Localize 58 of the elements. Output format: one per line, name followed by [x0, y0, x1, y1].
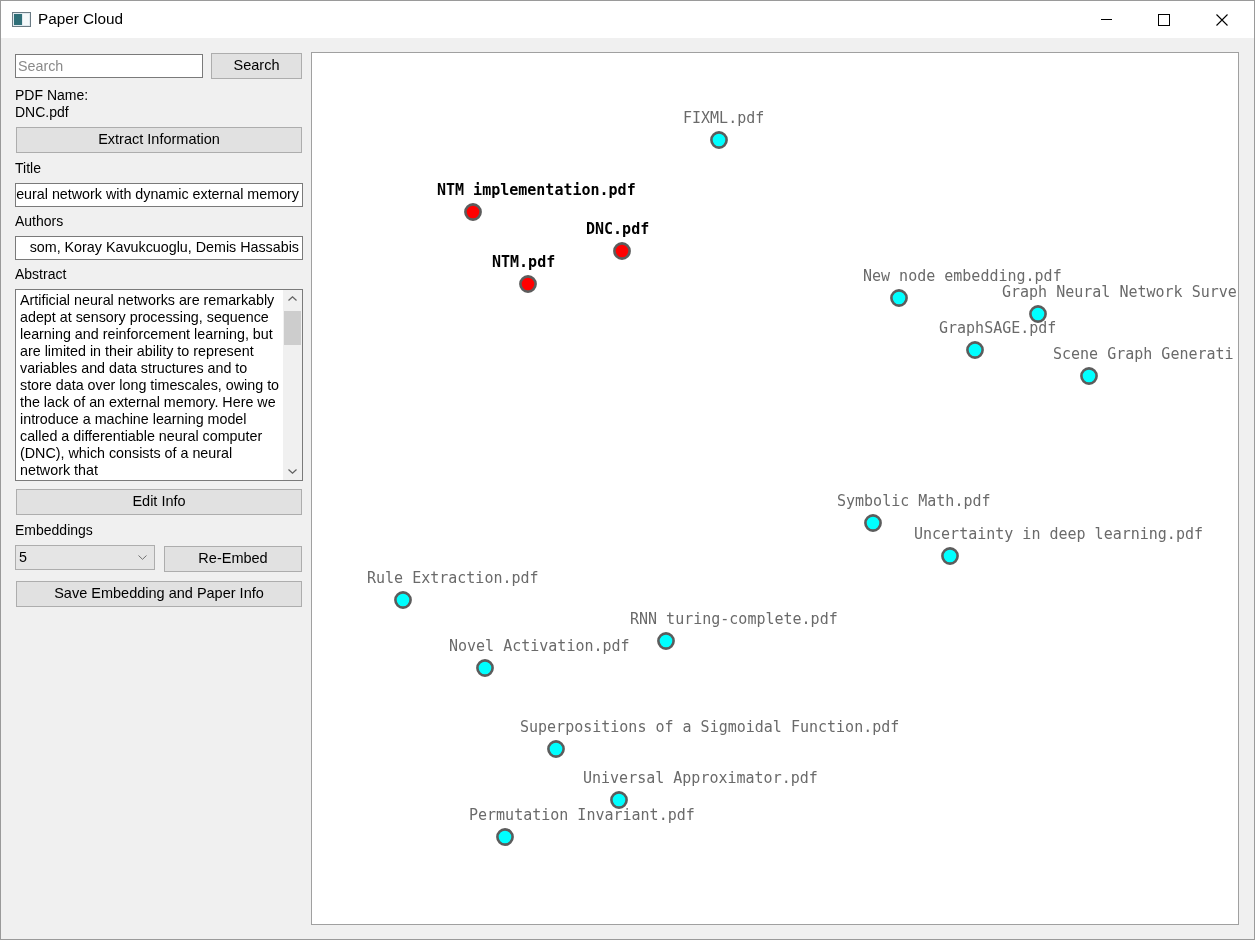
node-label: Scene Graph Generati [1053, 346, 1234, 363]
node-label: RNN turing-complete.pdf [630, 611, 838, 628]
node-dot-icon[interactable] [966, 341, 984, 359]
node-dot-icon[interactable] [890, 289, 908, 307]
node-label: GraphSAGE.pdf [939, 320, 1057, 337]
maximize-icon [1158, 13, 1170, 26]
node-dot-icon[interactable] [864, 514, 882, 532]
node-dot-icon[interactable] [496, 828, 514, 846]
search-button[interactable]: Search [211, 53, 302, 79]
node-dot-icon[interactable] [547, 740, 565, 758]
close-icon [1216, 13, 1228, 26]
node-dot-icon[interactable] [464, 203, 482, 221]
node-dot-icon[interactable] [394, 591, 412, 609]
node-label: Rule Extraction.pdf [367, 570, 539, 587]
edit-info-button[interactable]: Edit Info [16, 489, 302, 515]
authors-label: Authors [15, 213, 65, 230]
node-dot-icon[interactable] [710, 131, 728, 149]
node-label: Permutation Invariant.pdf [469, 807, 695, 824]
scroll-up-icon[interactable] [288, 296, 297, 301]
node-dot-icon[interactable] [613, 242, 631, 260]
node-label: Novel Activation.pdf [449, 638, 630, 655]
embeddings-dropdown[interactable]: 5 [15, 545, 155, 570]
node-dot-icon[interactable] [519, 275, 537, 293]
abstract-label: Abstract [15, 266, 68, 283]
node-label: Universal Approximator.pdf [583, 770, 818, 787]
node-dot-icon[interactable] [941, 547, 959, 565]
chevron-down-icon [138, 555, 147, 560]
save-embedding-button[interactable]: Save Embedding and Paper Info [16, 581, 302, 607]
node-label: NTM.pdf [492, 254, 556, 271]
search-field[interactable]: Search [15, 54, 203, 78]
node-label: DNC.pdf [586, 221, 650, 238]
pdf-name-value: DNC.pdf [15, 104, 70, 121]
abstract-scrollbar[interactable] [283, 290, 302, 480]
node-dot-icon[interactable] [1080, 367, 1098, 385]
node-label: Symbolic Math.pdf [837, 493, 991, 510]
node-dot-icon[interactable] [476, 659, 494, 677]
scrollbar-thumb[interactable] [284, 311, 301, 345]
authors-field[interactable]: som, Koray Kavukcuoglu, Demis Hassabis [15, 236, 303, 260]
title-label: Title [15, 160, 42, 177]
embeddings-label: Embeddings [15, 522, 94, 539]
re-embed-button[interactable]: Re-Embed [164, 546, 302, 572]
pdf-name-label: PDF Name: [15, 87, 90, 104]
scroll-down-icon[interactable] [288, 469, 297, 474]
abstract-text: Artificial neural networks are remarkably adept at sensory processing, sequence learning and reinforcement learning, but are limited in their ability to represent variables and data structures and to store data over long timescales, owing to the lack of an external memory. Here we introduce a machine learning model called a differentiable neural computer (DNC), which consists of a neural network that [19, 291, 281, 480]
node-label: Superpositions of a Sigmoidal Function.pdf [520, 719, 900, 736]
node-label: Graph Neural Network Surve [1002, 284, 1237, 301]
node-dot-icon[interactable] [1029, 305, 1047, 323]
title-field[interactable]: eural network with dynamic external memory [15, 183, 303, 207]
node-label: Uncertainty in deep learning.pdf [914, 526, 1203, 543]
extract-information-button[interactable]: Extract Information [16, 127, 302, 153]
node-dot-icon[interactable] [610, 791, 628, 809]
node-label: NTM implementation.pdf [437, 182, 636, 199]
node-dot-icon[interactable] [657, 632, 675, 650]
minimize-icon [1100, 19, 1112, 20]
app-window-icon [12, 12, 31, 27]
node-label: New node embedding.pdf [863, 268, 1062, 285]
window-title: Paper Cloud [38, 9, 124, 30]
node-label: FIXML.pdf [683, 110, 765, 127]
